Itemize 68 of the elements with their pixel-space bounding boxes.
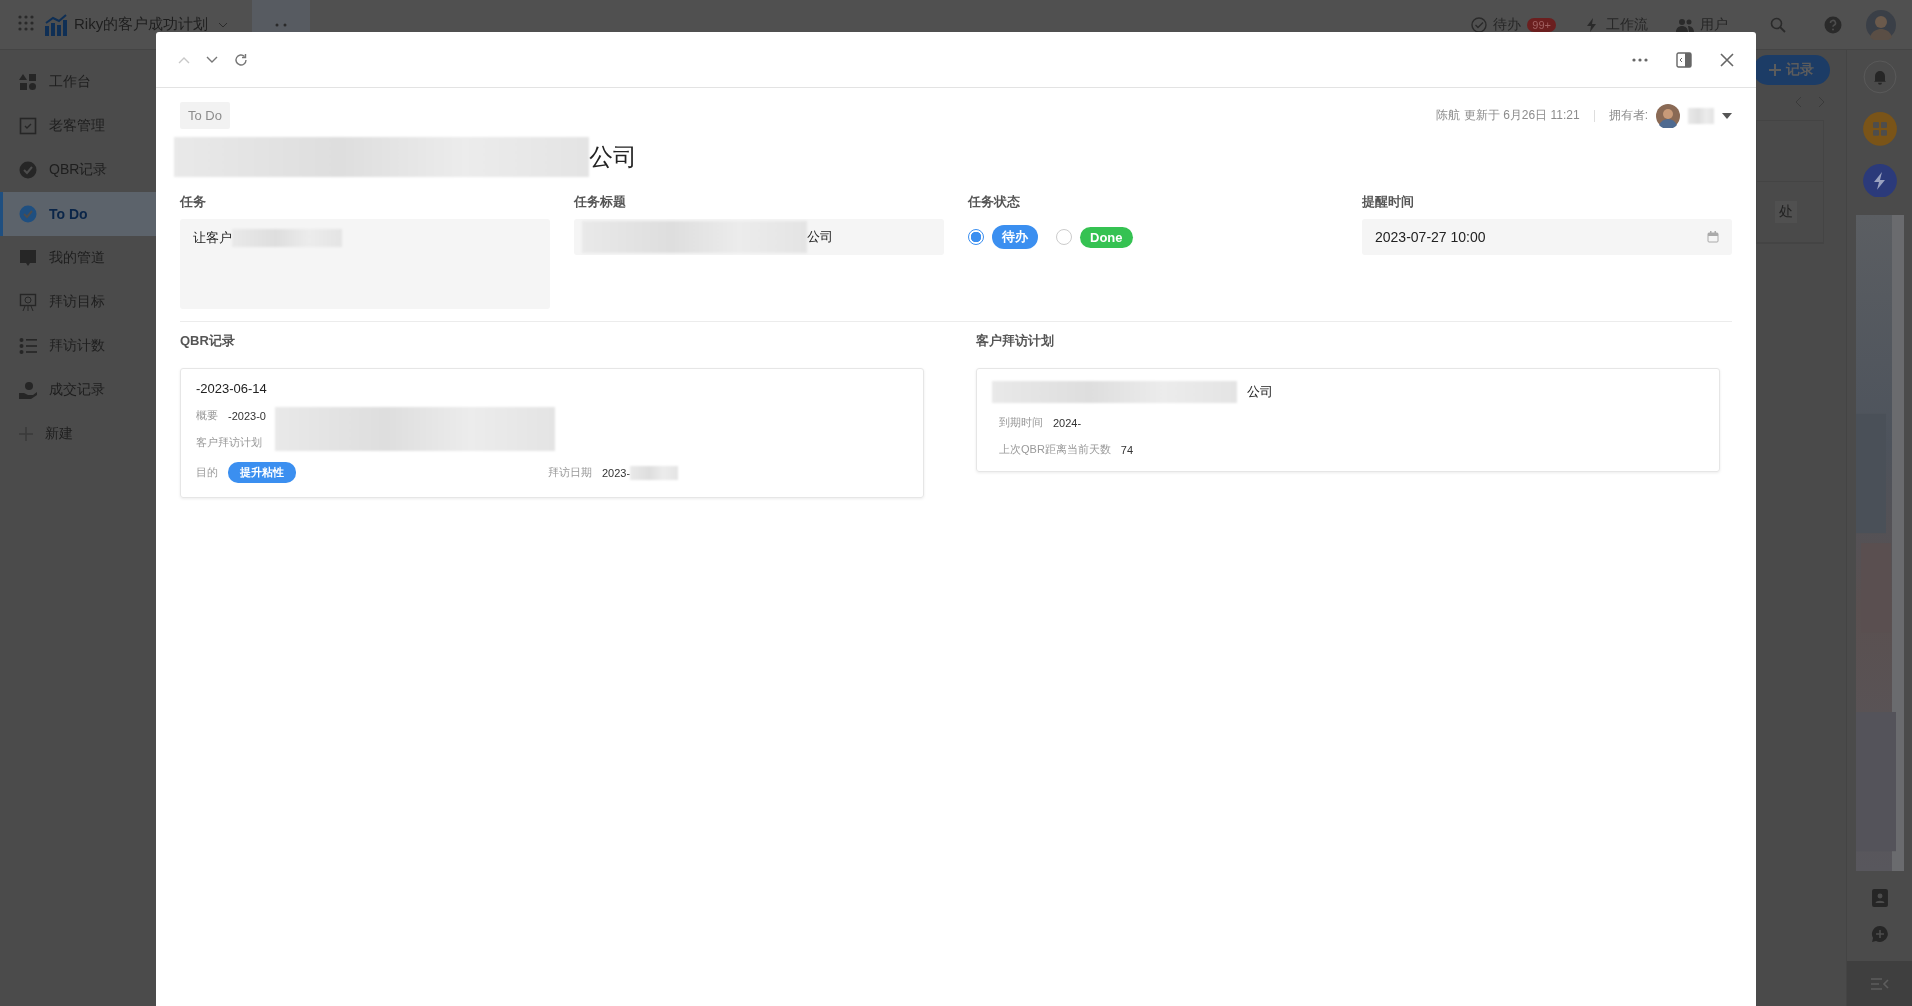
status-pill: Done [1080, 226, 1133, 248]
visit-plan-card[interactable]: 公司 到期时间 2024- 上次QBR距离当前天数 74 [976, 368, 1720, 472]
check-circle-icon [19, 161, 37, 179]
collapse-button[interactable] [1846, 961, 1912, 1006]
status-pill: 待办 [992, 225, 1038, 249]
shapes-icon [19, 73, 37, 91]
field-label: 提醒时间 [1362, 193, 1415, 211]
field-label: 任务状态 [968, 193, 1021, 211]
chevron-up-icon[interactable] [178, 55, 190, 64]
hand-coin-icon [19, 381, 37, 399]
clipboard-icon [19, 117, 37, 135]
record-title: 公司 [589, 142, 637, 172]
date-field[interactable]: 2023-07-27 10:00 [1362, 219, 1732, 255]
count-badge: 99+ [1527, 17, 1556, 32]
blurred-name [1688, 107, 1714, 124]
bell-icon[interactable] [1862, 60, 1897, 94]
dropdown-caret-icon[interactable] [1722, 112, 1732, 119]
field-label: 任务标题 [574, 193, 627, 211]
list-icon [19, 337, 37, 355]
field-label: 概要 [196, 408, 218, 423]
sidebar-item[interactable]: To Do [0, 192, 156, 236]
close-icon[interactable] [1720, 52, 1734, 67]
user-avatar[interactable] [1866, 9, 1896, 40]
check-circle-icon[interactable] [1471, 16, 1488, 33]
field-value: 2024- [1053, 416, 1082, 429]
add-record-button[interactable]: 记录 [1753, 55, 1830, 85]
field-label: 拜访日期 [548, 465, 592, 480]
chart-logo-icon [44, 13, 68, 36]
card-title: 公司 [1247, 383, 1273, 401]
field-value: 2023- [602, 466, 631, 479]
calendar-icon [1707, 231, 1719, 243]
section-label: QBR记录 [180, 332, 236, 350]
side-panel-icon[interactable] [1676, 51, 1692, 68]
check-circle-icon [19, 205, 37, 223]
chevron-down-icon[interactable] [206, 55, 218, 64]
field-label: 上次QBR距离当前天数 [999, 442, 1111, 457]
field-label: 任务 [180, 193, 207, 211]
easel-icon [19, 293, 37, 311]
chat-plus-icon[interactable] [1870, 925, 1889, 944]
title-field[interactable]: 公司 [574, 219, 944, 255]
section-label: 客户拜访计划 [976, 332, 1055, 350]
qbr-record-card[interactable]: -2023-06-14 概要 -2023-0 客户拜访计划 目的 提升粘性 拜访日期 2023- [180, 368, 924, 498]
radio-button[interactable] [968, 229, 984, 245]
users-icon[interactable] [1676, 17, 1694, 32]
update-info: 陈航 更新于 6月26日 11:21 [1436, 107, 1580, 124]
field-label: 客户拜访计划 [196, 435, 262, 450]
more-icon [275, 22, 288, 27]
lightning-app-icon[interactable] [1862, 163, 1897, 198]
grid-app-icon[interactable] [1862, 111, 1897, 146]
purpose-tag: 提升粘性 [228, 462, 296, 483]
task-field[interactable]: 让客户 [180, 219, 550, 309]
field-label: 目的 [196, 465, 218, 480]
field-label: 到期时间 [999, 415, 1043, 430]
card-title: -2023-06-14 [196, 381, 268, 396]
search-icon[interactable] [1770, 16, 1786, 33]
record-type-tag: To Do [180, 102, 230, 129]
owner-avatar[interactable] [1656, 103, 1680, 128]
chevron-down-icon[interactable] [218, 21, 229, 28]
refresh-icon[interactable] [234, 52, 248, 67]
contact-icon[interactable] [1871, 889, 1888, 908]
plus-icon [1769, 64, 1781, 76]
help-icon[interactable] [1824, 15, 1842, 34]
blurred-text [630, 465, 679, 480]
more-icon[interactable] [1632, 57, 1648, 62]
owner-label: 拥有者: [1608, 107, 1648, 124]
collapse-menu-icon [1870, 977, 1889, 990]
field-value: 74 [1120, 443, 1134, 456]
field-value: -2023-0 [228, 409, 266, 422]
